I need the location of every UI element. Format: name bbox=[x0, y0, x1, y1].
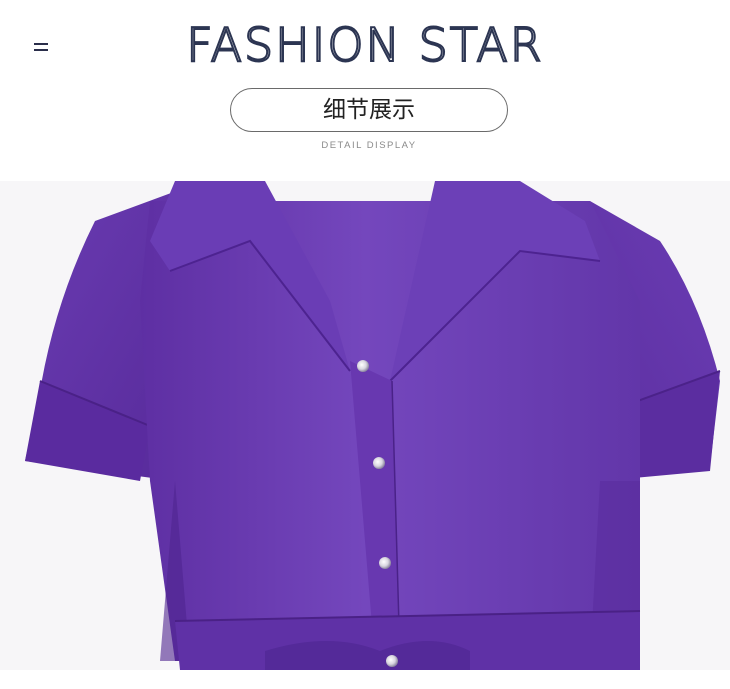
shirt-button bbox=[379, 557, 391, 569]
section-title: 细节展示 bbox=[323, 97, 415, 123]
shirt-button bbox=[373, 457, 385, 469]
shirt-button bbox=[386, 655, 398, 667]
purple-shirt-image bbox=[25, 181, 721, 670]
section-title-pill: 细节展示 bbox=[230, 88, 508, 132]
brand-title: FASHION STAR bbox=[185, 17, 544, 73]
menu-icon[interactable] bbox=[34, 41, 48, 53]
product-detail-photo bbox=[0, 181, 730, 670]
page-header: FASHION STAR 细节展示 DETAIL DISPLAY bbox=[0, 0, 730, 180]
section-subtitle: DETAIL DISPLAY bbox=[321, 140, 417, 151]
shirt-button bbox=[357, 360, 369, 372]
